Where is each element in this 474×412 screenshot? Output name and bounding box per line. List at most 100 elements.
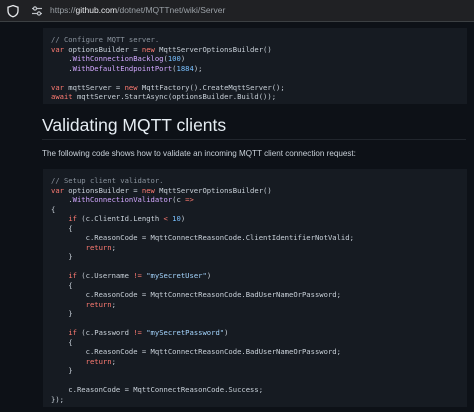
heading-divider <box>42 139 466 140</box>
code-token: ) <box>180 214 186 223</box>
code-token: mqttServer.StartAsync(optionsBuilder.Bui… <box>72 92 277 101</box>
code-token: // Setup client validator. <box>51 176 164 185</box>
code-token: mqttServer = <box>63 82 125 92</box>
code-token: (c.ClientId.Length <box>76 214 164 223</box>
code-token: . <box>51 63 73 73</box>
code-token: }); <box>51 394 64 404</box>
code-token: (c.Username <box>76 271 134 280</box>
code-line: var optionsBuilder = new MqttServerOptio… <box>51 45 459 55</box>
code-token: ) <box>180 54 186 63</box>
code-line: .WithConnectionValidator(c => <box>51 195 459 205</box>
code-token: MqttServerOptionsBuilder() <box>154 185 272 195</box>
code-line: { <box>51 205 459 215</box>
browser-address-bar[interactable]: https://github.com/dotnet/MQTTnet/wiki/S… <box>0 0 474 22</box>
code-token: ); <box>193 63 203 73</box>
code-line: await mqttServer.StartAsync(optionsBuild… <box>51 92 459 102</box>
code-token: "mySecretPassword" <box>146 328 225 337</box>
code-token: MqttFactory().CreateMqttServer(); <box>137 82 285 92</box>
code-token: => <box>185 195 194 204</box>
url-field[interactable]: https://github.com/dotnet/MQTTnet/wiki/S… <box>50 5 225 15</box>
code-line: // Setup client validator. <box>51 176 459 186</box>
code-token: optionsBuilder = <box>63 44 142 54</box>
code-token: "mySecretUser" <box>146 271 207 280</box>
url-prefix: https:// <box>50 5 76 15</box>
code-token: { <box>51 223 73 233</box>
code-line: return; <box>51 243 459 253</box>
code-token: WithConnectionValidator <box>72 195 173 204</box>
code-line: } <box>51 252 459 262</box>
code-token: } <box>51 252 73 261</box>
code-line: if (c.Username != "mySecretUser") <box>51 271 459 281</box>
code-line: } <box>51 366 459 376</box>
code-line: c.ReasonCode = MqttConnectReasonCode.Bad… <box>51 290 459 300</box>
code-line: }); <box>51 395 459 405</box>
code-token: new <box>141 185 155 195</box>
code-line: return; <box>51 357 459 367</box>
code-token: . <box>51 54 73 63</box>
code-token: ) <box>224 328 229 337</box>
wiki-page-content: // Configure MQTT server. var optionsBuil… <box>0 22 474 412</box>
code-token: != <box>133 328 142 337</box>
code-line: var optionsBuilder = new MqttServerOptio… <box>51 186 459 196</box>
section-paragraph: The following code shows how to validate… <box>42 149 356 158</box>
code-line: { <box>51 224 459 234</box>
code-line: var mqttServer = new MqttFactory().Creat… <box>51 83 459 93</box>
code-token: return <box>85 299 112 309</box>
code-token: MqttServerOptionsBuilder() <box>154 44 272 54</box>
code-line: { <box>51 281 459 291</box>
code-line: return; <box>51 300 459 310</box>
code-token: { <box>51 204 56 214</box>
code-token: c.ReasonCode = MqttConnectReasonCode.Cli… <box>51 233 354 242</box>
code-block-configure-server[interactable]: // Configure MQTT server. var optionsBuil… <box>43 28 467 104</box>
code-token: return <box>85 356 112 366</box>
code-token: != <box>133 271 142 280</box>
code-token: return <box>85 242 112 252</box>
code-line: if (c.Password != "mySecretPassword") <box>51 328 459 338</box>
code-line: c.ReasonCode = MqttConnectReasonCode.Bad… <box>51 347 459 357</box>
code-token: optionsBuilder = <box>63 185 142 195</box>
code-token: // Configure MQTT server. <box>51 35 160 44</box>
code-line: .WithConnectionBacklog(100) <box>51 54 459 64</box>
code-token: } <box>51 366 73 375</box>
code-token: 100 <box>167 54 181 63</box>
code-token: ) <box>206 271 212 280</box>
code-token: var <box>51 82 64 92</box>
code-token: . <box>51 195 73 204</box>
code-token: var <box>51 185 64 195</box>
code-line: } <box>51 309 459 319</box>
code-token: WithDefaultEndpointPort <box>72 63 173 73</box>
code-token: 10 <box>172 214 181 223</box>
code-token: var <box>51 44 64 54</box>
code-line: if (c.ClientId.Length < 10) <box>51 214 459 224</box>
code-token: WithConnectionBacklog <box>72 54 164 63</box>
code-token: } <box>51 309 73 318</box>
code-token: ; <box>111 356 116 366</box>
url-path: /dotnet/MQTTnet/wiki/Server <box>117 5 226 15</box>
code-token: 1884 <box>176 63 194 73</box>
code-token: (c.Password <box>76 328 134 337</box>
code-token: new <box>141 44 155 54</box>
code-block-client-validator[interactable]: // Setup client validator. var optionsBui… <box>43 169 467 407</box>
code-token: if <box>68 328 77 337</box>
code-line: c.ReasonCode = MqttConnectReasonCode.Suc… <box>51 385 459 395</box>
section-heading: Validating MQTT clients <box>42 115 227 135</box>
code-token: c.ReasonCode = MqttConnectReasonCode.Suc… <box>51 385 264 394</box>
code-token: { <box>51 337 73 347</box>
code-token: if <box>68 214 77 223</box>
code-line: { <box>51 338 459 348</box>
code-token: new <box>124 82 138 92</box>
code-line: .WithDefaultEndpointPort(1884); <box>51 64 459 74</box>
code-token: await <box>51 92 73 101</box>
shield-icon[interactable] <box>6 4 20 18</box>
code-token: ; <box>111 242 116 252</box>
site-settings-icon[interactable] <box>30 4 44 18</box>
code-token: if <box>68 271 77 280</box>
code-line: // Configure MQTT server. <box>51 35 459 45</box>
code-token: ; <box>111 299 116 309</box>
